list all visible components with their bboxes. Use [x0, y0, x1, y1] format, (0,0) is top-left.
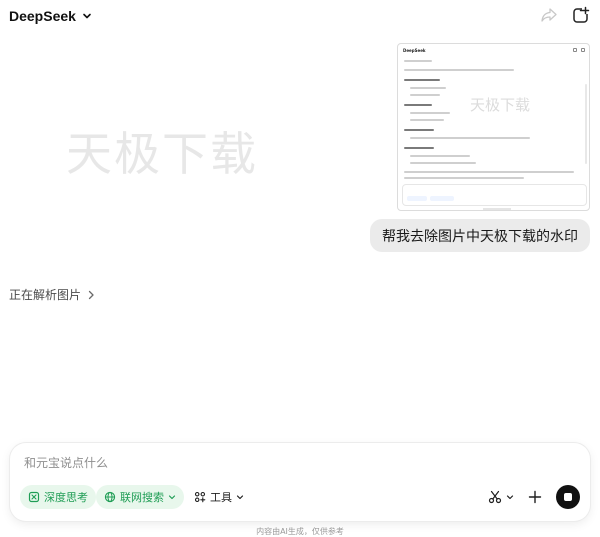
share-icon[interactable]: [540, 6, 558, 24]
web-search-label: 联网搜索: [120, 491, 164, 504]
tools-button[interactable]: 工具: [194, 485, 244, 509]
thumbnail-heading-line: [404, 147, 434, 149]
thumbnail-text-line: [404, 60, 432, 62]
uploaded-image-thumbnail[interactable]: DeepSeek 天极下载: [397, 43, 590, 211]
app-title: DeepSeek: [9, 8, 76, 24]
thumbnail-text-line: [410, 87, 446, 89]
tools-label: 工具: [210, 491, 232, 504]
new-chat-icon[interactable]: [572, 6, 590, 24]
disclaimer: 内容由AI生成，仅供参考: [256, 527, 344, 536]
thumbnail-text-line: [410, 119, 444, 121]
thumbnail-text-line: [410, 162, 476, 164]
tools-icon: [194, 491, 206, 503]
thumbnail-scrollbar: [585, 84, 587, 164]
chevron-right-icon: [88, 290, 94, 299]
thumbnail-text-line: [404, 69, 514, 71]
deep-think-button[interactable]: 深度思考: [20, 485, 96, 509]
parsing-status[interactable]: 正在解析图片: [9, 286, 95, 303]
chat-input-panel: 和元宝说点什么 深度思考 联网搜索 工具: [10, 443, 590, 521]
thumbnail-text-line: [410, 94, 440, 96]
thumbnail-input-box: [402, 184, 587, 206]
thumbnail-chip: [430, 196, 454, 201]
chevron-down-icon: [236, 495, 244, 500]
scissors-icon: [488, 490, 502, 504]
deep-think-icon: [28, 491, 40, 503]
thumbnail-header-icons: [573, 48, 585, 52]
globe-icon: [104, 491, 116, 503]
thumbnail-text-line: [410, 155, 470, 157]
parsing-status-label: 正在解析图片: [9, 288, 82, 302]
message-input[interactable]: 和元宝说点什么: [24, 454, 108, 471]
thumbnail-text-line: [410, 137, 530, 139]
thumbnail-footer-line: [483, 208, 511, 210]
user-message: 帮我去除图片中天极下载的水印: [370, 219, 590, 252]
watermark-text: 天极下载: [66, 127, 258, 181]
thumbnail-text-line: [404, 177, 524, 179]
thumbnail-text-line: [404, 171, 574, 173]
thumbnail-heading-line: [404, 79, 440, 81]
web-search-button[interactable]: 联网搜索: [96, 485, 184, 509]
chevron-down-icon: [168, 495, 176, 500]
thumbnail-app-title: DeepSeek: [403, 48, 426, 53]
chevron-down-icon: [506, 495, 514, 500]
chevron-down-icon: [83, 13, 91, 19]
thumbnail-heading-line: [404, 129, 434, 131]
deep-think-label: 深度思考: [44, 491, 88, 504]
plus-icon[interactable]: [528, 490, 542, 504]
thumbnail-watermark: 天极下载: [470, 96, 531, 114]
stop-button[interactable]: [556, 485, 580, 509]
thumbnail-chip: [407, 196, 427, 201]
thumbnail-heading-line: [404, 104, 432, 106]
model-selector[interactable]: DeepSeek: [9, 6, 92, 26]
thumbnail-text-line: [410, 112, 450, 114]
stop-icon: [564, 493, 572, 501]
scissors-menu-button[interactable]: [488, 490, 514, 504]
